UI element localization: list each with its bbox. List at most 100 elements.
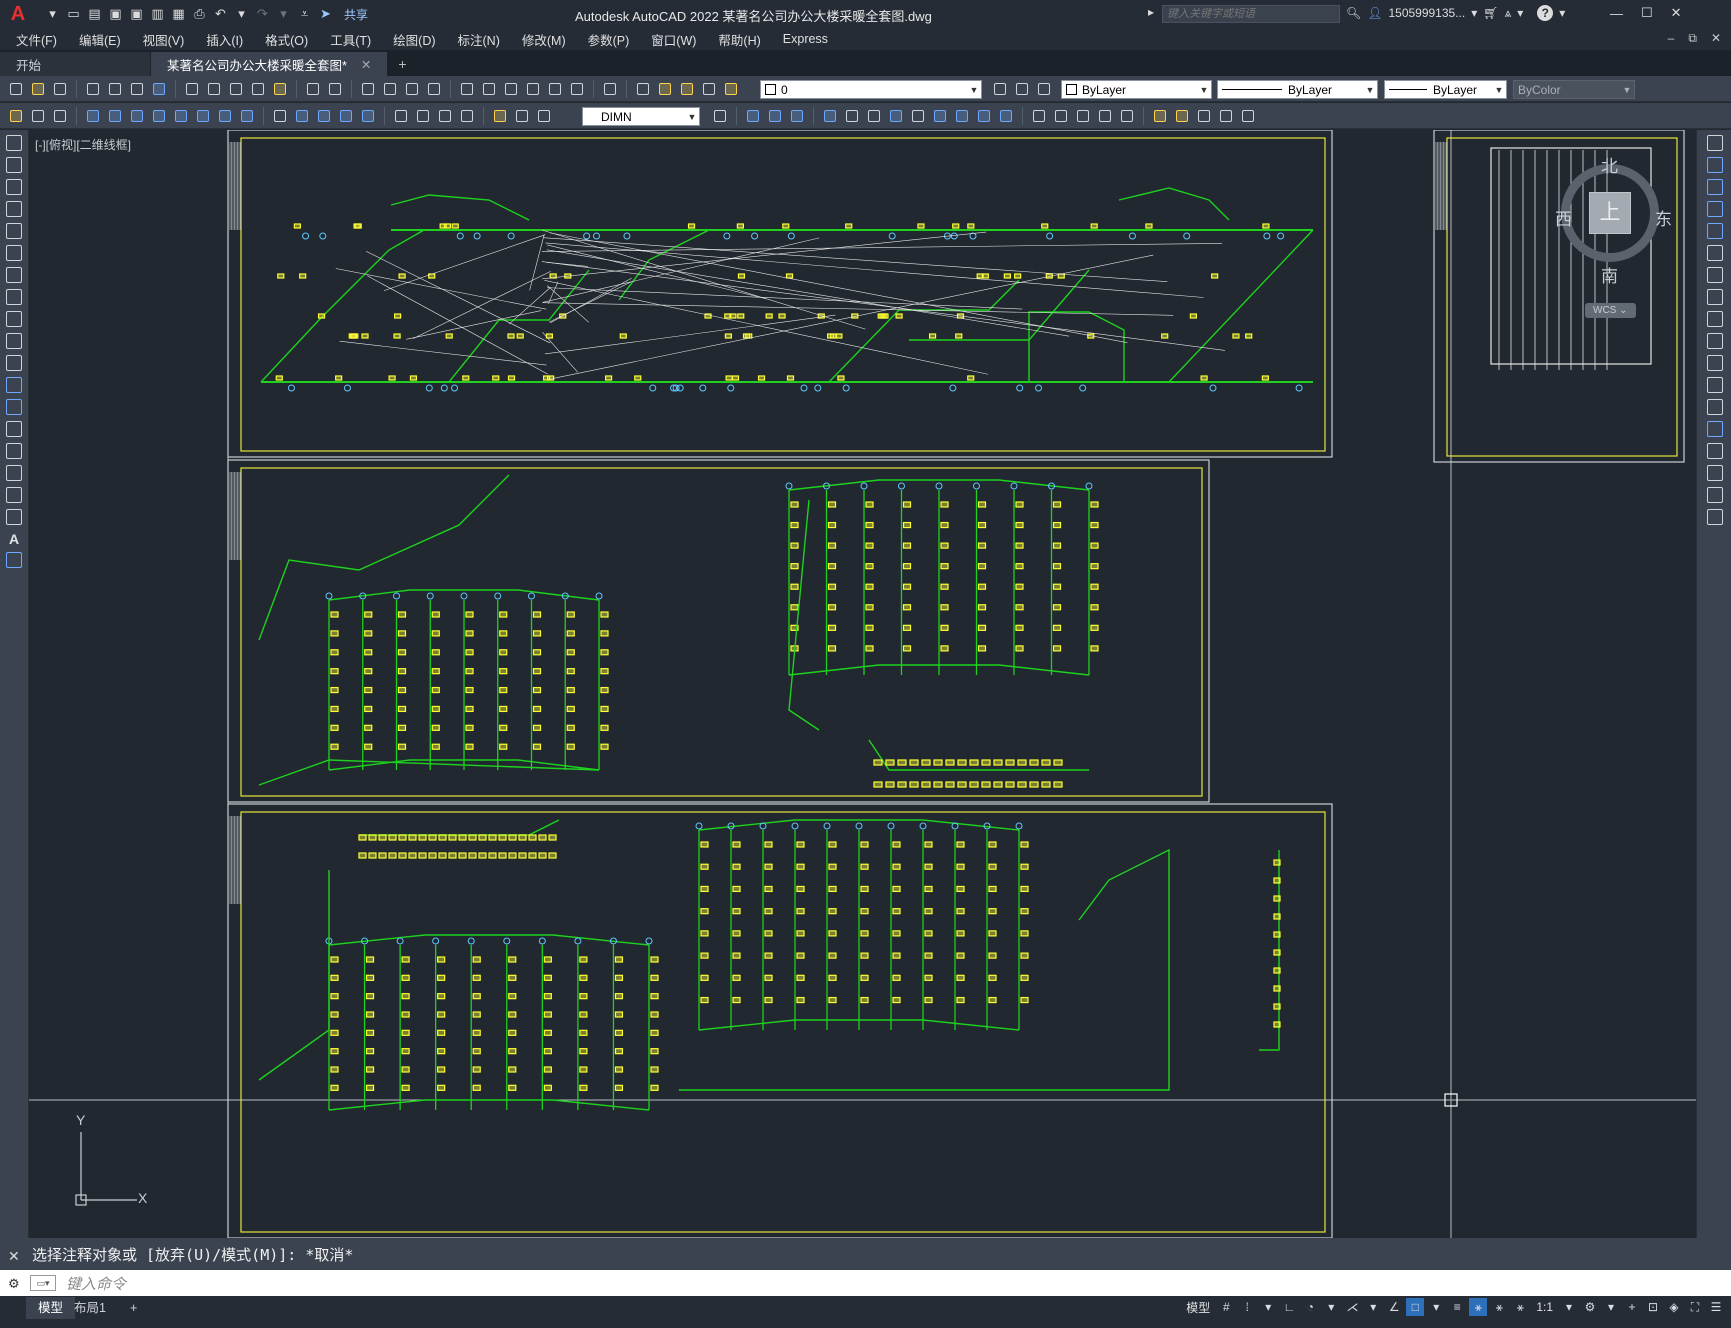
trim-icon[interactable] xyxy=(1706,333,1723,349)
layer-on-icon[interactable] xyxy=(655,79,675,99)
object-snap-dropdown-icon[interactable]: ▾ xyxy=(1427,1298,1445,1316)
units-icon[interactable]: ⊡ xyxy=(1644,1298,1662,1316)
copy-icon[interactable] xyxy=(1706,157,1723,173)
break-icon[interactable] xyxy=(974,106,994,126)
customize-icon[interactable]: ☰ xyxy=(1707,1298,1725,1316)
pan-icon[interactable] xyxy=(358,79,378,99)
color-dropdown[interactable]: ByLayer ▼ xyxy=(1061,80,1212,99)
dim-update-icon[interactable] xyxy=(534,106,554,126)
new-tab-button[interactable]: + xyxy=(388,52,418,76)
ellipse-arc-icon[interactable] xyxy=(6,355,22,371)
close-tab-icon[interactable]: ✕ xyxy=(361,57,371,72)
help-icon[interactable] xyxy=(600,79,620,99)
isolate-icon[interactable]: ◈ xyxy=(1665,1298,1683,1316)
menu-insert[interactable]: 插入(I) xyxy=(206,30,243,49)
dim-angular-icon[interactable] xyxy=(237,106,257,126)
join-icon[interactable] xyxy=(1706,421,1723,437)
drawing-canvas[interactable]: [-][俯视][二维线框] 北 南 西 东 上 WCS ⌄ Y X xyxy=(29,130,1696,1238)
tolerance-icon[interactable] xyxy=(391,106,411,126)
menu-format[interactable]: 格式(O) xyxy=(265,30,308,49)
explode-icon[interactable] xyxy=(1706,509,1723,525)
menu-tools[interactable]: 工具(T) xyxy=(330,30,371,49)
search-input[interactable] xyxy=(1162,5,1340,23)
stretch-icon[interactable] xyxy=(1706,311,1723,327)
move-icon[interactable] xyxy=(842,106,862,126)
layer-viewport-icon[interactable] xyxy=(699,79,719,99)
insert-block-icon[interactable] xyxy=(6,377,22,393)
save-as-icon[interactable]: ▣ xyxy=(128,6,145,23)
revision-cloud-icon[interactable] xyxy=(6,289,22,305)
add-layout-button[interactable]: + xyxy=(118,1297,149,1319)
layer-previous-icon[interactable] xyxy=(1034,79,1054,99)
doc-minimize-icon[interactable]: – xyxy=(1668,31,1675,46)
undo-icon[interactable] xyxy=(303,79,323,99)
block-editor-icon[interactable] xyxy=(270,79,290,99)
move-icon[interactable] xyxy=(1706,245,1723,261)
layer-lock-icon[interactable] xyxy=(721,79,741,99)
customize-dropdown-icon[interactable]: ⩡ xyxy=(296,6,313,23)
layer-freeze-icon[interactable] xyxy=(677,79,697,99)
auto-scale-icon[interactable]: ⚹ xyxy=(1490,1298,1508,1316)
menu-modify[interactable]: 修改(M) xyxy=(522,30,566,49)
dim-edit-icon[interactable] xyxy=(490,106,510,126)
plot-preview-icon[interactable] xyxy=(105,79,125,99)
save-icon[interactable]: ▣ xyxy=(107,6,124,23)
polar-tracking-icon[interactable]: ◔ xyxy=(1301,1298,1319,1316)
paste-icon[interactable] xyxy=(226,79,246,99)
print-icon[interactable]: ⎙ xyxy=(191,6,208,23)
circle-icon[interactable] xyxy=(6,267,22,283)
open-folder-icon[interactable]: ▤ xyxy=(86,6,103,23)
break-icon[interactable] xyxy=(1706,399,1723,415)
3d-print-icon[interactable] xyxy=(149,79,169,99)
layer-properties-icon[interactable] xyxy=(633,79,653,99)
new-file-icon[interactable]: ▭ xyxy=(65,6,82,23)
menu-express[interactable]: Express xyxy=(783,32,828,46)
maximize-icon[interactable]: ☐ xyxy=(1641,5,1653,21)
menu-edit[interactable]: 编辑(E) xyxy=(79,30,121,49)
table-icon[interactable] xyxy=(6,509,22,525)
make-block-icon[interactable] xyxy=(6,399,22,415)
trim-icon[interactable] xyxy=(930,106,950,126)
tool-palettes-icon[interactable] xyxy=(501,79,521,99)
menu-draw[interactable]: 绘图(D) xyxy=(393,30,435,49)
open-icon[interactable] xyxy=(28,79,48,99)
properties-icon[interactable] xyxy=(457,79,477,99)
clean-screen-icon[interactable]: ⛶ xyxy=(1686,1298,1704,1316)
workspace-gear-icon[interactable]: ⚙ xyxy=(1581,1298,1599,1316)
lineweight-dropdown[interactable]: ByLayer ▼ xyxy=(1384,80,1507,99)
viewcube[interactable]: 北 南 西 东 上 xyxy=(1555,152,1677,302)
layout-tab-layout1[interactable]: 布局1 xyxy=(62,1297,118,1319)
ellipse-icon[interactable] xyxy=(6,333,22,349)
copy-icon[interactable] xyxy=(204,79,224,99)
ole-icon[interactable] xyxy=(1238,106,1258,126)
join-icon[interactable] xyxy=(996,106,1016,126)
mirror-icon[interactable] xyxy=(765,106,785,126)
dim-arc-icon[interactable] xyxy=(127,106,147,126)
undo-dropdown-icon[interactable]: ▾ xyxy=(233,6,250,23)
tab-start[interactable]: 开始 xyxy=(0,52,151,76)
hatch-icon[interactable] xyxy=(6,443,22,459)
user-icon[interactable]: 👤︎ xyxy=(1367,6,1382,20)
spline-icon[interactable] xyxy=(6,311,22,327)
dim-linear-icon[interactable] xyxy=(83,106,103,126)
dimstyle-dropdown[interactable]: DIMN ▼ xyxy=(582,107,700,126)
menu-view[interactable]: 视图(V) xyxy=(143,30,185,49)
viewport-controls-label[interactable]: [-][俯视][二维线框] xyxy=(35,136,131,153)
zoom-realtime-icon[interactable] xyxy=(380,79,400,99)
rectangle-icon[interactable] xyxy=(6,223,22,239)
doc-close-icon[interactable]: ✕ xyxy=(1711,31,1721,46)
new-icon[interactable] xyxy=(6,79,26,99)
share-button[interactable]: 共享 xyxy=(344,6,368,23)
autocad-logo-icon[interactable]: A xyxy=(6,3,30,25)
gradient-icon[interactable] xyxy=(6,465,22,481)
region-icon[interactable] xyxy=(6,487,22,503)
extend-icon[interactable] xyxy=(952,106,972,126)
quick-dim-icon[interactable] xyxy=(270,106,290,126)
design-center-icon[interactable] xyxy=(479,79,499,99)
redo-dropdown-icon[interactable]: ▾ xyxy=(275,6,292,23)
menu-dimension[interactable]: 标注(N) xyxy=(458,30,500,49)
web-save-icon[interactable]: ▦ xyxy=(170,6,187,23)
command-input[interactable] xyxy=(64,1273,1668,1295)
dim-diameter-icon[interactable] xyxy=(215,106,235,126)
match-properties-icon[interactable] xyxy=(248,79,268,99)
